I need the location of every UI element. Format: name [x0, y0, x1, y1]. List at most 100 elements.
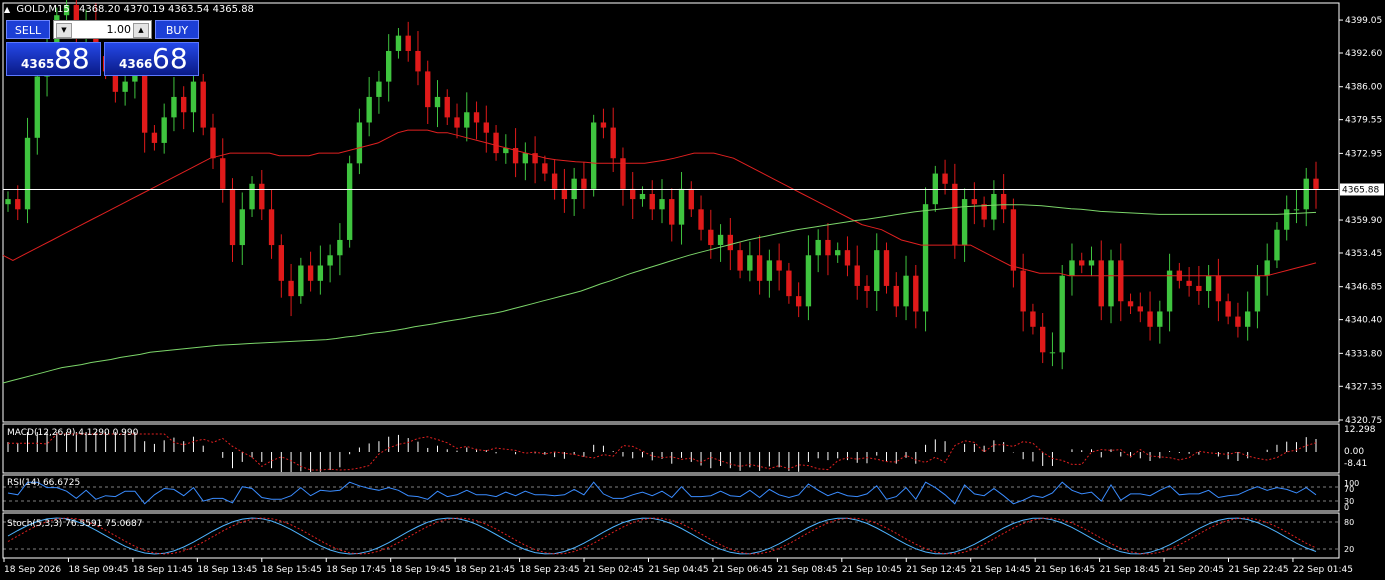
time-axis-label: 21 Sep 06:45: [713, 565, 773, 575]
candle-body: [161, 117, 167, 143]
candle-body: [600, 122, 607, 128]
stoch-level-label: 20: [1344, 545, 1354, 554]
candle-body: [1137, 306, 1143, 312]
sell-price-box[interactable]: 4365 88: [6, 42, 101, 76]
time-axis-label: 18 Sep 21:45: [455, 565, 515, 575]
candle-body: [395, 35, 402, 51]
candle-body: [1303, 178, 1309, 210]
lot-size-input[interactable]: ▼ 1.00 ▲: [53, 20, 152, 39]
candle-body: [425, 71, 431, 108]
symbol-timeframe: GOLD,M15: [16, 4, 70, 15]
candle-body: [1020, 270, 1026, 312]
rsi-line: [7, 481, 1317, 505]
candle-body: [34, 76, 40, 138]
candle-body: [1235, 316, 1241, 327]
current-price-label: 4365.88: [1342, 185, 1379, 195]
candle-body: [610, 127, 616, 159]
candle-body: [1157, 311, 1163, 327]
candle-body: [1264, 260, 1270, 276]
buy-price-box[interactable]: 4366 68: [104, 42, 199, 76]
candle-body: [376, 81, 382, 97]
increase-lot-icon[interactable]: ▲: [133, 23, 149, 38]
time-axis-label: 18 Sep 09:45: [68, 565, 128, 575]
candle-body: [903, 275, 909, 307]
candle-body: [1284, 209, 1290, 230]
macd-level-label: -8.41: [1344, 459, 1367, 469]
candle-body: [571, 178, 577, 200]
candle-body: [1215, 275, 1222, 302]
candle-body: [981, 204, 987, 220]
candle-body: [581, 178, 587, 189]
buy-price-pips: 68: [152, 42, 188, 75]
candle-body: [405, 35, 411, 51]
time-axis-label: 21 Sep 02:45: [584, 565, 644, 575]
candle-body: [922, 204, 929, 312]
collapse-triangle-icon[interactable]: ▲: [4, 5, 10, 14]
candle-body: [1108, 260, 1114, 307]
sell-price-prefix: 4365: [21, 57, 55, 71]
time-axis-label: 21 Sep 12:45: [906, 565, 966, 575]
candle-body: [220, 158, 226, 189]
candle-body: [786, 270, 792, 297]
candle-body: [639, 193, 646, 200]
buy-button[interactable]: BUY: [155, 20, 199, 39]
price-axis-label: 4372.95: [1345, 149, 1382, 159]
time-axis-label: 18 Sep 2026: [4, 565, 61, 575]
candle-body: [669, 199, 675, 225]
decrease-lot-icon[interactable]: ▼: [56, 23, 72, 38]
lot-size-value[interactable]: 1.00: [107, 23, 132, 36]
candle-body: [825, 239, 831, 256]
candle-body: [688, 188, 694, 210]
candle-body: [952, 183, 958, 246]
sell-price-pips: 88: [54, 42, 90, 75]
candle-body: [883, 250, 890, 286]
trading-chart[interactable]: 4399.05 4392.60 4386.00 4379.55 4372.95 4359.…: [0, 0, 1385, 580]
rsi-level-label: 70: [1344, 485, 1354, 494]
price-axis-label: 4359.90: [1345, 216, 1382, 226]
candle-body: [1030, 311, 1036, 327]
candle-body: [864, 285, 870, 292]
candle-body: [1244, 311, 1251, 327]
time-axis-label: 21 Sep 10:45: [842, 565, 902, 575]
buy-price-prefix: 4366: [119, 57, 153, 71]
candle-body: [210, 127, 216, 159]
candle-body: [561, 188, 568, 200]
candle-body: [1000, 193, 1007, 210]
candle-body: [698, 209, 704, 230]
candle-body: [444, 96, 450, 118]
time-axis-label: 21 Sep 20:45: [1164, 565, 1224, 575]
time-axis-label: 18 Sep 13:45: [197, 565, 257, 575]
candle-body: [1186, 280, 1192, 286]
candle-body: [5, 199, 11, 205]
price-axis-label: 4386.00: [1345, 83, 1382, 93]
candle-body: [249, 183, 255, 210]
candle-body: [356, 122, 363, 164]
candle-body: [844, 250, 851, 266]
candle-body: [200, 81, 206, 128]
time-axis-label: 21 Sep 18:45: [1100, 565, 1160, 575]
stoch-main-line: [7, 517, 1317, 555]
time-axis-label: 21 Sep 22:45: [1229, 565, 1289, 575]
price-axis-label: 4353.45: [1345, 249, 1382, 259]
candle-body: [756, 255, 763, 281]
candle-body: [942, 173, 948, 184]
one-click-trading-panel: SELL ▼ 1.00 ▲ BUY 4365 88 4366 68: [6, 20, 199, 76]
candle-body: [542, 163, 548, 174]
candle-body: [1079, 260, 1085, 266]
candle-body: [737, 250, 743, 271]
candle-body: [717, 234, 724, 246]
candle-body: [1313, 178, 1319, 189]
price-axis-label: 4392.60: [1345, 49, 1382, 59]
sell-button[interactable]: SELL: [6, 20, 50, 39]
candle-body: [1069, 260, 1075, 276]
candle-body: [1196, 285, 1202, 292]
price-axis-label: 4399.05: [1345, 16, 1382, 26]
candle-body: [259, 183, 265, 210]
price-axis-label: 4340.40: [1345, 316, 1382, 326]
time-axis-label: 21 Sep 14:45: [971, 565, 1031, 575]
candle-body: [464, 112, 470, 128]
candle-body: [239, 209, 245, 246]
candle-body: [298, 265, 304, 297]
candle-body: [317, 265, 324, 281]
candle-body: [337, 239, 343, 256]
